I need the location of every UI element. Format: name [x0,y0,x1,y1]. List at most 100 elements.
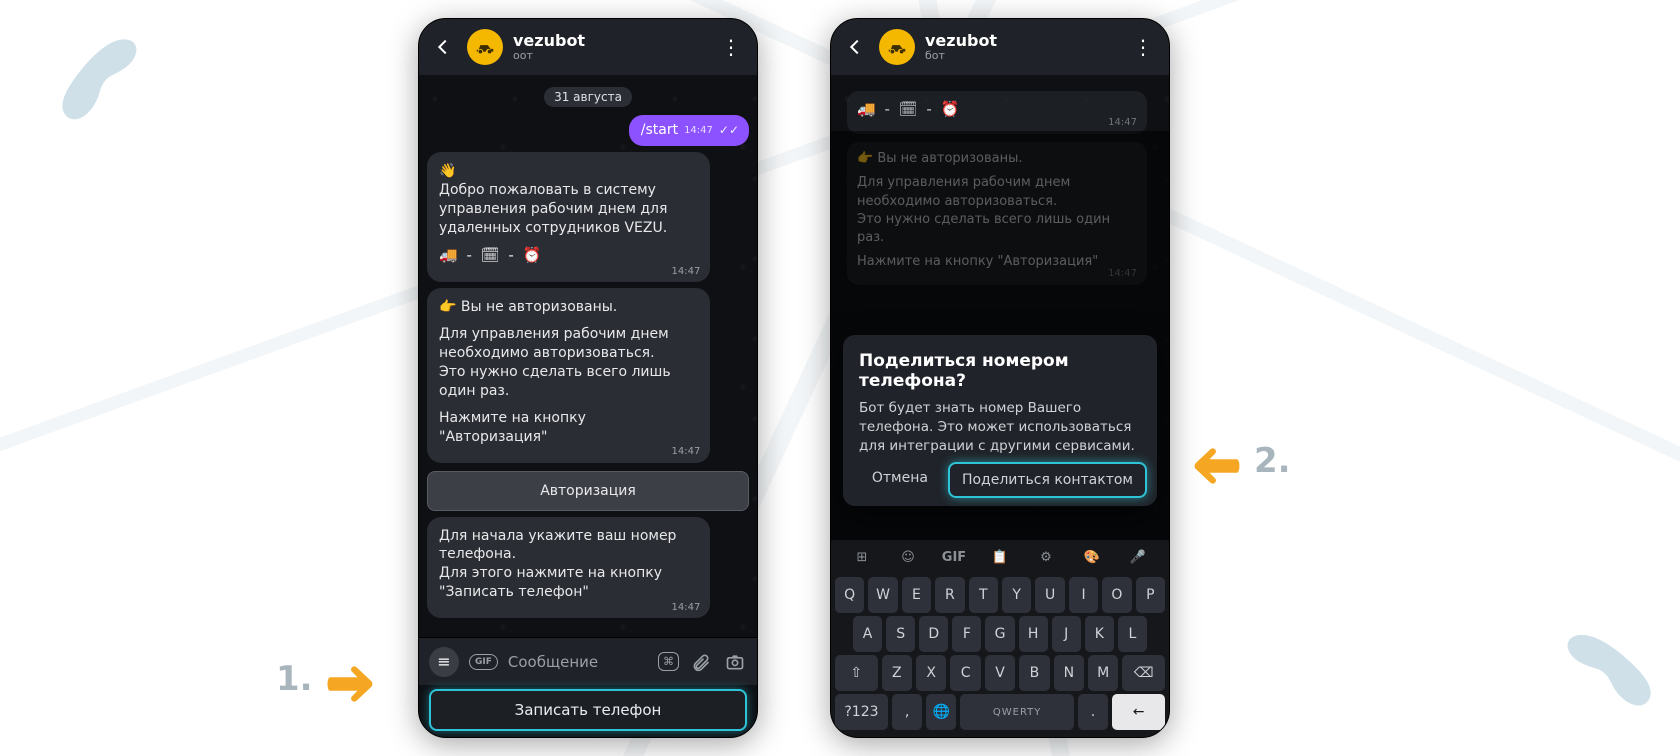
message-text: Нажмите на кнопку "Авторизация" [439,410,586,445]
keyboard-row: ASDFGHJKL [835,616,1165,652]
keyboard-row: ⇧ZXCVBNM⌫ [835,655,1165,691]
keyboard-tool-row: ⊞ ☺ GIF 📋 ⚙ 🎨 🎤 [835,546,1165,574]
message-in[interactable]: 👉 Вы не авторизованы. Для управления раб… [427,288,749,462]
message-text: Вы не авторизованы. [461,299,617,315]
dialog-share-contact-button[interactable]: Поделиться контактом [948,462,1147,498]
keyboard-key[interactable]: V [985,655,1015,691]
gif-icon[interactable]: GIF [469,654,498,670]
keyboard-row: ?123,🌐QWERTY.← [835,694,1165,730]
keyboard-key[interactable]: O [1102,577,1131,613]
chat-title[interactable]: vezubot [925,32,1117,50]
chat-subtitle: оот [513,50,705,62]
phone-screenshot-2: vezubot бот ⋮ 🚚 - 🗓 - ⏰ 14:47 👉 Вы не ав… [830,18,1170,738]
kb-tool-emoji-icon[interactable]: ☺ [895,546,921,568]
message-out[interactable]: /start 14:47 ✓✓ [427,115,749,146]
dialog-title: Поделиться номером телефона? [859,351,1141,391]
step-pointer-1: 1. [276,650,381,708]
keyboard-key[interactable]: R [935,577,964,613]
attach-icon[interactable] [689,650,713,674]
emoji-line: 🚚 - 🗓 - ⏰ [857,100,961,118]
keyboard-key[interactable]: L [1118,616,1147,652]
step-number: 1. [276,659,313,699]
keyboard-key[interactable]: Q [835,577,864,613]
wave-icon: 👋 [439,163,456,179]
keyboard-key[interactable]: ⌫ [1122,655,1165,691]
message-time: 14:47 [684,124,713,138]
keyboard-key[interactable]: QWERTY [960,694,1073,730]
message-in[interactable]: 👋 Добро пожаловать в систему управления … [427,152,749,282]
keyboard-key[interactable]: G [985,616,1014,652]
keyboard-key[interactable]: H [1019,616,1048,652]
keyboard-key[interactable]: ⇧ [835,655,878,691]
message-composer: ≡ GIF Сообщение ⌘ [419,637,757,685]
keyboard-key[interactable]: Y [1002,577,1031,613]
keyboard-key[interactable]: E [902,577,931,613]
menu-icon[interactable]: ≡ [429,647,459,677]
chat-subtitle: бот [925,50,1117,62]
message-in[interactable]: Для начала укажите ваш номер телефона. Д… [427,517,749,619]
chat-header: vezubot оот ⋮ [419,19,757,75]
keyboard-key[interactable]: S [886,616,915,652]
chat-title[interactable]: vezubot [513,32,705,50]
keyboard-key[interactable]: T [969,577,998,613]
keyboard-key[interactable]: , [892,694,922,730]
inline-button-auth[interactable]: Авторизация [427,471,749,511]
kb-tool-grid-icon[interactable]: ⊞ [849,546,875,568]
kb-tool-gif-icon[interactable]: GIF [941,546,967,568]
keyboard-key[interactable]: K [1085,616,1114,652]
keyboard-key[interactable]: A [853,616,882,652]
commands-icon[interactable]: ⌘ [658,652,679,671]
keyboard-key[interactable]: U [1035,577,1064,613]
keyboard-key[interactable]: W [868,577,897,613]
more-menu-button[interactable]: ⋮ [715,31,747,63]
phone-handset-icon [46,26,166,146]
dialog-body: Бот будет знать номер Вашего телефона. Э… [859,399,1141,456]
back-button[interactable] [429,33,457,61]
message-time: 14:47 [672,601,701,615]
emoji-line: 🚚 - 🗓 - ⏰ [439,246,543,264]
keyboard-key[interactable]: ?123 [835,694,888,730]
message-time: 14:47 [1108,116,1137,130]
read-checks-icon: ✓✓ [719,124,739,136]
keyboard-key[interactable]: D [919,616,948,652]
keyboard-key[interactable]: X [916,655,946,691]
share-phone-dialog: Поделиться номером телефона? Бот будет з… [843,335,1157,506]
pointing-hand-icon [1186,432,1244,490]
keyboard-button-record-phone[interactable]: Записать телефон [429,689,747,731]
keyboard-key[interactable]: P [1136,577,1165,613]
phone-handset-icon [1534,608,1673,747]
pointing-hand-icon [323,650,381,708]
bot-avatar[interactable] [467,29,503,65]
keyboard-key[interactable]: N [1054,655,1084,691]
keyboard-key[interactable]: C [950,655,980,691]
dialog-cancel-button[interactable]: Отмена [860,462,940,498]
keyboard-key[interactable]: B [1019,655,1049,691]
keyboard-key[interactable]: J [1052,616,1081,652]
step-pointer-2: 2. [1186,432,1291,490]
camera-icon[interactable] [723,650,747,674]
message-time: 14:47 [672,445,701,459]
kb-tool-clipboard-icon[interactable]: 📋 [987,546,1013,568]
keyboard-key[interactable]: 🌐 [926,694,956,730]
keyboard-key[interactable]: Z [882,655,912,691]
keyboard-key[interactable]: . [1078,694,1108,730]
keyboard-key[interactable]: I [1069,577,1098,613]
bot-avatar[interactable] [879,29,915,65]
pointer-icon: 👉 [439,299,456,315]
keyboard-key[interactable]: M [1088,655,1118,691]
message-in-dimmed: 🚚 - 🗓 - ⏰ 14:47 [847,91,1147,134]
keyboard-row: QWERTYUIOP [835,577,1165,613]
more-menu-button[interactable]: ⋮ [1127,31,1159,63]
kb-tool-mic-icon[interactable]: 🎤 [1125,546,1151,568]
kb-tool-theme-icon[interactable]: 🎨 [1079,546,1105,568]
keyboard-key[interactable]: F [952,616,981,652]
date-separator: 31 августа [427,87,749,107]
kb-tool-settings-icon[interactable]: ⚙ [1033,546,1059,568]
message-time: 14:47 [672,265,701,279]
back-button[interactable] [841,33,869,61]
message-text: /start [641,121,678,140]
message-input[interactable]: Сообщение [508,653,648,671]
step-number: 2. [1254,441,1291,481]
keyboard-key[interactable]: ← [1112,694,1165,730]
software-keyboard: ⊞ ☺ GIF 📋 ⚙ 🎨 🎤 QWERTYUIOP ASDFGHJKL ⇧ZX… [831,540,1169,737]
